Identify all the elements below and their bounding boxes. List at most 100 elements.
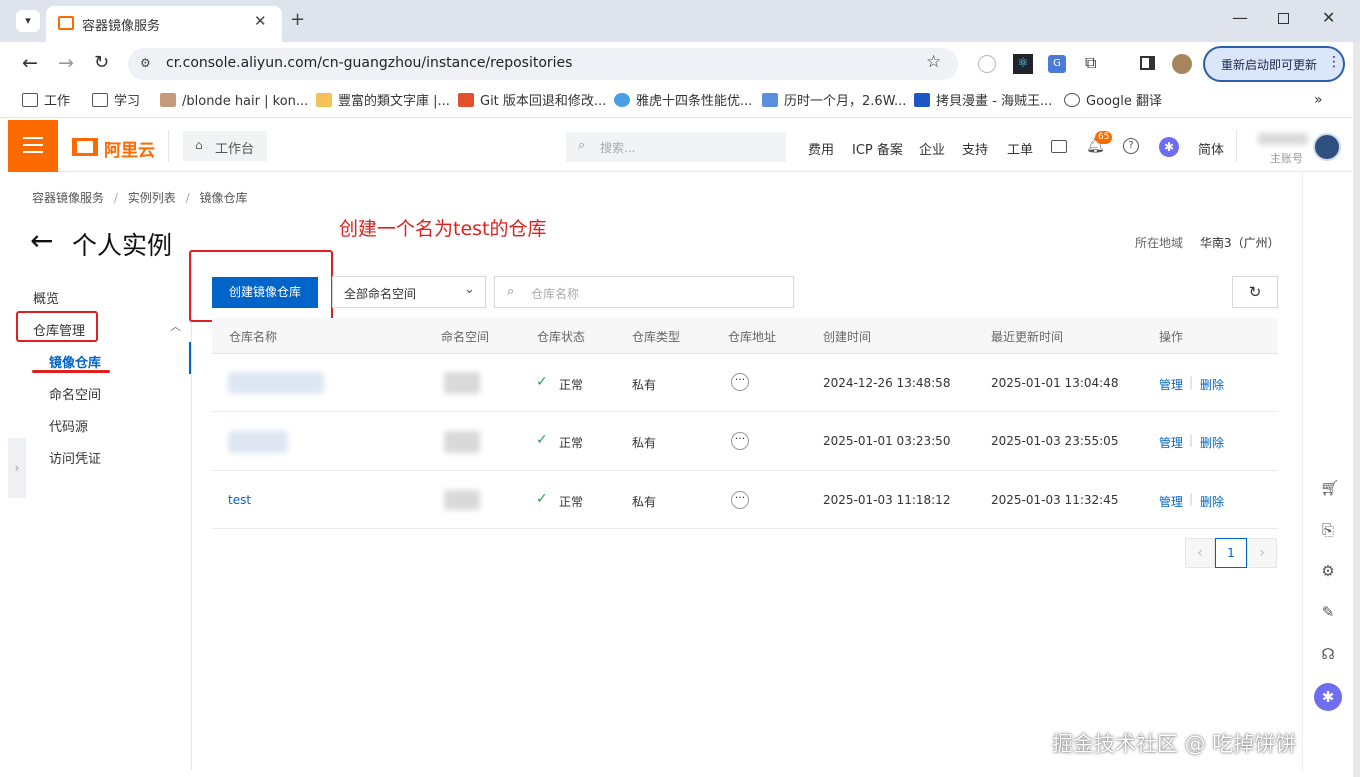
column-header: 创建时间 xyxy=(823,330,872,344)
hamburger-menu-button[interactable] xyxy=(8,120,58,172)
bookmark-favicon-icon xyxy=(914,93,930,107)
manage-link[interactable]: 管理 xyxy=(1159,434,1183,451)
language-switch[interactable]: 简体 xyxy=(1198,139,1224,158)
cloud-shell-icon[interactable] xyxy=(1051,140,1067,153)
created-time: 2025-01-01 03:23:50 xyxy=(823,434,951,448)
repository-name-blurred[interactable] xyxy=(228,372,324,394)
bookmark-item[interactable]: 学习 xyxy=(92,93,140,111)
manage-link[interactable]: 管理 xyxy=(1159,493,1183,510)
bookmark-star-icon[interactable]: ☆ xyxy=(926,52,941,72)
bookmark-item[interactable]: Git 版本回退和修改... xyxy=(458,93,606,111)
sidebar-item-image-repositories[interactable]: 镜像仓库 xyxy=(49,352,101,371)
workbench-button[interactable]: ⌂ 工作台 xyxy=(183,131,267,161)
back-arrow-icon[interactable]: ← xyxy=(30,226,53,256)
bookmark-favicon-icon xyxy=(762,93,778,107)
status-ok-icon: ✓ xyxy=(536,491,548,507)
address-bar[interactable]: ⚙ cr.console.aliyun.com/cn-guangzhou/ins… xyxy=(128,48,958,80)
breadcrumb-item[interactable]: 容器镜像服务 xyxy=(32,191,104,205)
collapse-chevron-icon[interactable]: ︿ xyxy=(170,318,181,334)
new-tab-icon[interactable]: + xyxy=(290,9,305,30)
bookmark-label: 工作 xyxy=(44,94,71,109)
namespace-select[interactable]: 全部命名空间 ⌄ xyxy=(332,276,486,308)
assistant-float-icon[interactable]: ✱ xyxy=(1314,683,1342,711)
sidebar-item-access-credentials[interactable]: 访问凭证 xyxy=(49,448,101,467)
forward-icon[interactable]: → xyxy=(58,52,74,74)
url-text[interactable]: cr.console.aliyun.com/cn-guangzhou/insta… xyxy=(166,55,572,71)
profile-avatar[interactable] xyxy=(1172,54,1192,74)
sidebar-collapse-handle[interactable]: › xyxy=(8,438,26,498)
created-time: 2025-01-03 11:18:12 xyxy=(823,493,951,507)
minimize-icon[interactable]: — xyxy=(1232,8,1248,27)
edit-icon[interactable]: ✎ xyxy=(1320,604,1336,620)
more-menu-icon[interactable]: ⋮ xyxy=(1327,54,1341,70)
tab-search-button[interactable]: ▾ xyxy=(16,10,40,32)
bookmark-favicon-icon xyxy=(614,93,630,107)
sidebar-item-namespaces[interactable]: 命名空间 xyxy=(49,384,101,403)
bookmark-item[interactable]: /blonde hair | kon... xyxy=(160,93,308,111)
refresh-icon: ↻ xyxy=(1248,283,1262,301)
notification-badge: 65 xyxy=(1095,131,1113,144)
nav-icp[interactable]: ICP 备案 xyxy=(852,139,903,158)
region-value: 华南3（广州） xyxy=(1200,236,1280,250)
headset-icon[interactable]: ☊ xyxy=(1320,646,1336,662)
sidebar-item-code-sources[interactable]: 代码源 xyxy=(49,416,88,435)
tab-title: 容器镜像服务 xyxy=(82,19,161,34)
nav-support[interactable]: 支持 xyxy=(962,139,988,158)
delete-link[interactable]: 删除 xyxy=(1200,434,1224,451)
repository-name-link[interactable]: test xyxy=(228,493,251,507)
pagination-prev-button[interactable]: ‹ xyxy=(1185,538,1215,568)
cart-icon[interactable]: 🛒︎ xyxy=(1320,480,1339,496)
console-search-input[interactable]: ⌕ 搜索... xyxy=(566,132,786,162)
react-devtools-icon[interactable]: ⚛ xyxy=(1013,54,1033,74)
bookmark-item[interactable]: Google 翻译 xyxy=(1064,93,1162,111)
settings-icon[interactable]: ⚙ xyxy=(1320,563,1336,579)
maximize-icon[interactable] xyxy=(1278,13,1289,24)
nav-enterprise[interactable]: 企业 xyxy=(919,139,945,158)
back-icon[interactable]: ← xyxy=(22,52,38,74)
namespace-blurred xyxy=(444,431,480,453)
extension-icon-1[interactable] xyxy=(978,55,996,73)
bookmark-item[interactable]: 历时一个月，2.6W... xyxy=(762,93,906,111)
updated-time: 2025-01-03 11:32:45 xyxy=(991,493,1119,507)
restart-update-button[interactable]: 重新启动即可更新 ⋮ xyxy=(1203,46,1345,82)
pagination-current-page[interactable]: 1 xyxy=(1215,538,1247,568)
extensions-puzzle-icon[interactable]: ⧉ xyxy=(1085,53,1096,73)
translate-extension-icon[interactable]: G xyxy=(1048,55,1066,73)
help-icon[interactable]: ? xyxy=(1123,138,1139,154)
browser-tab-active[interactable]: 容器镜像服务 ✕ xyxy=(46,6,282,42)
manage-link[interactable]: 管理 xyxy=(1159,376,1183,393)
sidebar-item-overview[interactable]: 概览 xyxy=(33,288,59,307)
side-panel-icon[interactable] xyxy=(1140,56,1155,70)
tab-close-icon[interactable]: ✕ xyxy=(254,12,267,30)
bookmark-item[interactable]: 工作 xyxy=(22,93,70,111)
aliyun-favicon-icon xyxy=(58,16,74,30)
reload-icon[interactable]: ↻ xyxy=(94,52,109,73)
repository-status: 正常 xyxy=(559,378,584,392)
close-window-icon[interactable]: ✕ xyxy=(1322,8,1335,27)
repository-address-icon[interactable]: ··· xyxy=(731,491,749,509)
repository-address-icon[interactable]: ··· xyxy=(731,373,749,391)
bookmark-item[interactable]: 豐富的類文字庫 |... xyxy=(316,93,450,111)
pagination-next-button[interactable]: › xyxy=(1247,538,1277,568)
repository-address-icon[interactable]: ··· xyxy=(731,432,749,450)
repository-name-blurred[interactable] xyxy=(228,431,288,453)
delete-link[interactable]: 删除 xyxy=(1200,376,1224,393)
repository-search-input[interactable]: ⌕ 仓库名称 xyxy=(494,276,794,308)
assistant-icon[interactable]: ✱ xyxy=(1159,137,1179,157)
document-icon[interactable]: ⎘ xyxy=(1320,522,1336,538)
breadcrumb-item[interactable]: 实例列表 xyxy=(128,191,176,205)
folder-icon xyxy=(22,93,38,107)
breadcrumb-item: 镜像仓库 xyxy=(199,191,248,205)
bookmark-item[interactable]: 雅虎十四条性能优... xyxy=(614,93,752,111)
header-divider xyxy=(168,130,169,162)
delete-link[interactable]: 删除 xyxy=(1200,493,1224,510)
nav-fees[interactable]: 费用 xyxy=(808,139,834,158)
namespace-blurred xyxy=(444,490,480,510)
create-repository-button[interactable]: 创建镜像仓库 xyxy=(212,277,318,308)
account-avatar[interactable] xyxy=(1313,133,1341,161)
more-bookmarks-icon[interactable]: » xyxy=(1314,92,1323,108)
site-info-icon[interactable]: ⚙ xyxy=(140,56,151,70)
refresh-button[interactable]: ↻ xyxy=(1232,276,1278,308)
bookmark-item[interactable]: 拷貝漫畫 - 海贼王... xyxy=(914,93,1052,111)
nav-ticket[interactable]: 工单 xyxy=(1007,139,1033,158)
